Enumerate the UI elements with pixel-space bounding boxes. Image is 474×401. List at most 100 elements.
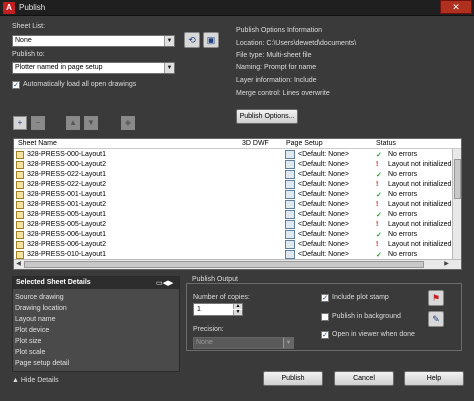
sheet-list-dropdown[interactable]: None ▼ [12, 35, 175, 47]
sheet-name: 328-PRESS-000-Layout1 [27, 151, 106, 158]
page-setup-value: <Default: None> [298, 171, 349, 178]
selected-sheet-details-panel: Selected Sheet Details ▭◀▶ Source drawin… [12, 276, 180, 372]
page-setup-value: <Default: None> [298, 181, 349, 188]
sheet-icon [16, 201, 24, 209]
table-row[interactable]: 328-PRESS-022-Layout2 <Default: None>! Lay… [14, 180, 451, 190]
publish-to-value: Plotter named in page setup [15, 64, 103, 71]
precision-dropdown[interactable]: None ▼ [193, 337, 294, 349]
horizontal-scrollbar[interactable]: ◀ ▶ [14, 259, 461, 269]
move-up-icon[interactable]: ▲ [66, 116, 80, 130]
sheet-icon [16, 191, 24, 199]
page-setup-icon [285, 150, 295, 159]
col-sheet-name[interactable]: Sheet Name [18, 140, 57, 147]
detail-field-label: Drawing location [15, 305, 67, 312]
table-row[interactable]: 328-PRESS-005-Layout2 <Default: None>! Lay… [14, 220, 451, 230]
scroll-thumb[interactable] [454, 159, 461, 199]
publish-background-label: Publish in background [332, 313, 401, 320]
col-page-setup[interactable]: Page Setup [286, 140, 323, 147]
copies-stepper[interactable]: 1 ▲ ▼ [193, 303, 243, 316]
hide-details-toggle[interactable]: ▲ Hide Details [12, 377, 59, 384]
table-row[interactable]: 328-PRESS-005-Layout1 <Default: None> ✓ No … [14, 210, 451, 220]
auto-load-checkbox[interactable]: ✓ [12, 81, 20, 89]
page-setup-value: <Default: None> [298, 201, 349, 208]
save-sheet-list-icon[interactable]: ▣ [203, 32, 219, 48]
options-merge-control: Merge control: Lines overwrite [236, 90, 330, 97]
sheet-name: 328-PRESS-000-Layout2 [27, 161, 106, 168]
table-row[interactable]: 328-PRESS-001-Layout1 <Default: None> ✓ No … [14, 190, 451, 200]
details-title: Selected Sheet Details [13, 277, 179, 289]
sheet-icon [16, 221, 24, 229]
hide-details-label: Hide Details [20, 377, 59, 384]
page-setup-value: <Default: None> [298, 151, 349, 158]
status-text: Layout not initialized [388, 161, 452, 168]
scroll-left-icon[interactable]: ◀ [14, 260, 23, 269]
status-text: No errors [388, 251, 418, 258]
open-viewer-settings-icon[interactable]: ✎ [428, 311, 444, 327]
page-setup-icon [285, 180, 295, 189]
options-info-title: Publish Options Information [236, 27, 322, 34]
add-sheets-icon[interactable]: + [13, 116, 27, 130]
sheet-name: 328-PRESS-022-Layout1 [27, 171, 106, 178]
chevron-down-icon: ▼ [164, 36, 174, 46]
scroll-thumb[interactable] [24, 261, 424, 268]
scroll-right-icon[interactable]: ▶ [442, 260, 451, 269]
publish-background-checkbox[interactable] [321, 313, 329, 321]
help-button[interactable]: Help [404, 371, 464, 386]
publish-options-button[interactable]: Publish Options... [236, 109, 298, 124]
warning-icon: ! [376, 181, 379, 188]
close-button[interactable]: ✕ [440, 0, 472, 14]
options-location: Location: C:\Users\dewetd\documents\ [236, 40, 357, 47]
detail-field-label: Plot scale [15, 349, 46, 356]
sheet-name: 328-PRESS-022-Layout2 [27, 181, 106, 188]
sheet-name: 328-PRESS-001-Layout1 [27, 191, 106, 198]
sheet-name: 328-PRESS-006-Layout1 [27, 231, 106, 238]
load-sheet-list-icon[interactable]: ⟲ [184, 32, 200, 48]
preview-icon[interactable]: ◈ [121, 116, 135, 130]
auto-load-label: Automatically load all open drawings [23, 81, 137, 88]
sheet-name: 328-PRESS-010-Layout1 [27, 251, 106, 258]
table-row[interactable]: 328-PRESS-006-Layout2 <Default: None>! Lay… [14, 240, 451, 250]
status-text: No errors [388, 191, 418, 198]
cancel-button[interactable]: Cancel [334, 371, 394, 386]
status-text: No errors [388, 151, 418, 158]
sheet-icon [16, 211, 24, 219]
page-setup-value: <Default: None> [298, 191, 349, 198]
sheet-icon [16, 161, 24, 169]
include-plot-stamp-checkbox[interactable]: ✓ [321, 294, 329, 302]
detail-field-label: Plot device [15, 327, 50, 334]
status-text: No errors [388, 231, 418, 238]
table-row[interactable]: 328-PRESS-001-Layout2 <Default: None>! Lay… [14, 200, 451, 210]
copies-value: 1 [197, 306, 201, 313]
publish-to-dropdown[interactable]: Plotter named in page setup ▼ [12, 62, 175, 74]
page-setup-icon [285, 230, 295, 239]
table-row[interactable]: 328-PRESS-022-Layout1 <Default: None> ✓ No … [14, 170, 451, 180]
sheet-list-value: None [15, 37, 32, 44]
warning-icon: ! [376, 161, 379, 168]
check-icon: ✓ [376, 212, 382, 219]
autocad-logo-icon: A [3, 2, 15, 14]
page-setup-value: <Default: None> [298, 221, 349, 228]
remove-sheets-icon[interactable]: − [31, 116, 45, 130]
table-row[interactable]: 328-PRESS-000-Layout1 <Default: None> ✓ No … [14, 150, 451, 160]
precision-label: Precision: [193, 326, 224, 333]
status-text: Layout not initialized [388, 201, 452, 208]
plot-stamp-settings-icon[interactable]: ⚑ [428, 290, 444, 306]
open-viewer-checkbox[interactable]: ✓ [321, 331, 329, 339]
table-row[interactable]: 328-PRESS-006-Layout1 <Default: None> ✓ No … [14, 230, 451, 240]
vertical-scrollbar[interactable] [452, 149, 461, 259]
sheet-icon [16, 251, 24, 259]
window-title: Publish [19, 3, 46, 12]
options-naming: Naming: Prompt for name [236, 64, 317, 71]
sheet-icon [16, 151, 24, 159]
move-down-icon[interactable]: ▼ [84, 116, 98, 130]
publish-button[interactable]: Publish [263, 371, 323, 386]
sheet-table[interactable]: Sheet Name 3D DWF Page Setup Status 328-… [13, 138, 462, 270]
table-row[interactable]: 328-PRESS-000-Layout2 <Default: None>! Lay… [14, 160, 451, 170]
sheet-name: 328-PRESS-005-Layout1 [27, 211, 106, 218]
col-status[interactable]: Status [376, 140, 396, 147]
col-3d-dwf[interactable]: 3D DWF [242, 140, 269, 147]
details-nav-icon[interactable]: ▭◀▶ [156, 279, 173, 287]
stepper-down-icon[interactable]: ▼ [233, 310, 242, 315]
sheet-name: 328-PRESS-005-Layout2 [27, 221, 106, 228]
check-icon: ✓ [376, 192, 382, 199]
